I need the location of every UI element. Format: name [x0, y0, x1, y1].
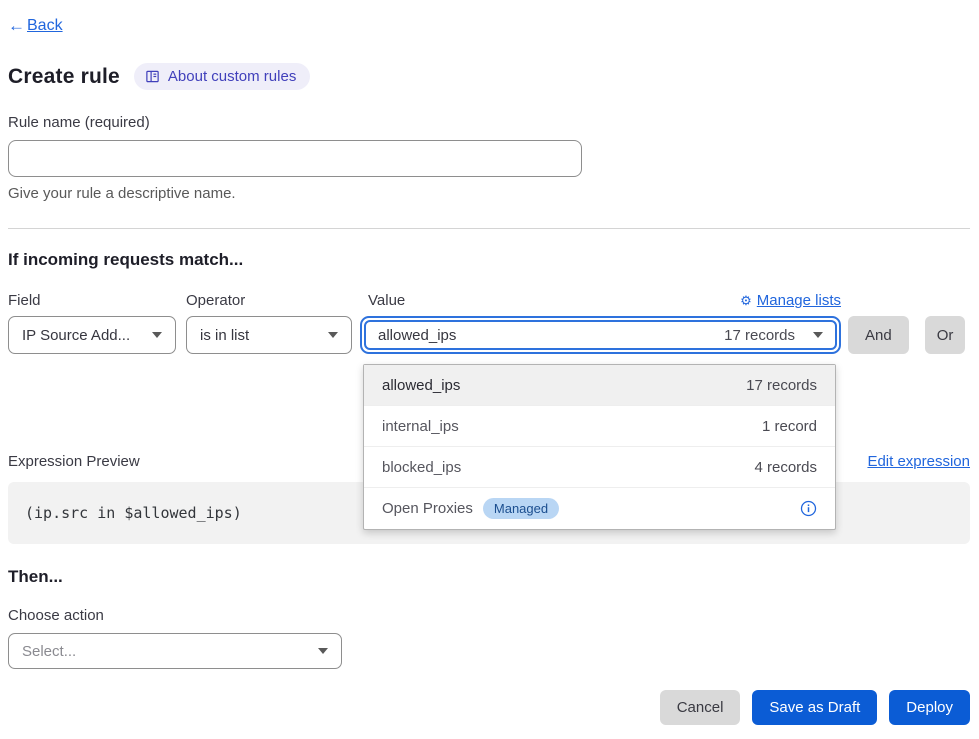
choose-action-label: Choose action — [8, 607, 970, 624]
gear-icon: ⚙ — [740, 293, 752, 309]
section-divider — [8, 228, 970, 229]
about-custom-rules-link[interactable]: About custom rules — [134, 63, 310, 90]
field-select-value: IP Source Add... — [22, 327, 130, 344]
book-icon — [145, 69, 160, 84]
list-option-records: 17 records — [746, 377, 817, 394]
chevron-down-icon — [328, 332, 338, 338]
list-option-name: Open Proxies — [382, 500, 473, 517]
list-dropdown-panel: allowed_ips 17 records internal_ips 1 re… — [363, 364, 836, 530]
list-option-name: internal_ips — [382, 418, 459, 435]
rule-name-input[interactable] — [8, 140, 582, 177]
chevron-down-icon — [318, 648, 328, 654]
create-rule-page: ←Back Create rule About custom rules Rul… — [0, 0, 979, 739]
managed-badge: Managed — [483, 498, 559, 519]
and-button[interactable]: And — [848, 316, 909, 354]
list-option-name: blocked_ips — [382, 459, 461, 476]
match-section-heading: If incoming requests match... — [8, 250, 970, 270]
page-title: Create rule — [8, 65, 120, 89]
or-button[interactable]: Or — [925, 316, 966, 354]
list-option-records: 1 record — [762, 418, 817, 435]
list-option-open-proxies[interactable]: Open Proxies Managed — [364, 488, 835, 529]
condition-row: IP Source Add... is in list allowed_ips … — [8, 316, 970, 354]
save-as-draft-button[interactable]: Save as Draft — [752, 690, 877, 725]
expression-preview-label: Expression Preview — [8, 453, 140, 470]
list-option-records: 4 records — [754, 459, 817, 476]
list-option-name: allowed_ips — [382, 377, 460, 394]
operator-select-value: is in list — [200, 327, 249, 344]
action-select-placeholder: Select... — [22, 643, 76, 660]
about-badge-label: About custom rules — [168, 68, 296, 85]
rule-name-label: Rule name (required) — [8, 114, 970, 131]
back-link-label: Back — [27, 17, 63, 35]
arrow-left-icon: ← — [8, 16, 25, 36]
action-select[interactable]: Select... — [8, 633, 342, 669]
condition-labels-row: Field Operator Value ⚙ Manage lists — [8, 292, 970, 309]
list-option-internal-ips[interactable]: internal_ips 1 record — [364, 406, 835, 447]
chevron-down-icon — [813, 332, 823, 338]
operator-select[interactable]: is in list — [186, 316, 352, 354]
deploy-button[interactable]: Deploy — [889, 690, 970, 725]
footer-actions: Cancel Save as Draft Deploy — [8, 690, 970, 725]
list-option-allowed-ips[interactable]: allowed_ips 17 records — [364, 365, 835, 406]
value-select-meta: 17 records — [724, 327, 795, 344]
expression-code: (ip.src in $allowed_ips) — [25, 504, 242, 522]
manage-lists-link[interactable]: ⚙ Manage lists — [740, 292, 841, 309]
back-link[interactable]: ←Back — [8, 16, 63, 36]
field-label: Field — [8, 292, 176, 309]
value-select-value: allowed_ips — [378, 327, 724, 344]
operator-label: Operator — [186, 292, 352, 309]
chevron-down-icon — [152, 332, 162, 338]
value-select[interactable]: allowed_ips 17 records — [360, 316, 841, 354]
field-select[interactable]: IP Source Add... — [8, 316, 176, 354]
then-section-heading: Then... — [8, 567, 970, 587]
title-row: Create rule About custom rules — [8, 63, 970, 90]
info-icon[interactable] — [800, 500, 817, 517]
list-option-blocked-ips[interactable]: blocked_ips 4 records — [364, 447, 835, 488]
cancel-button[interactable]: Cancel — [660, 690, 741, 725]
rule-name-helper: Give your rule a descriptive name. — [8, 185, 970, 202]
value-select-wrap: allowed_ips 17 records allowed_ips 17 re… — [360, 316, 841, 354]
edit-expression-link[interactable]: Edit expression — [867, 453, 970, 470]
manage-lists-label: Manage lists — [757, 292, 841, 309]
value-label: Value — [368, 292, 405, 309]
